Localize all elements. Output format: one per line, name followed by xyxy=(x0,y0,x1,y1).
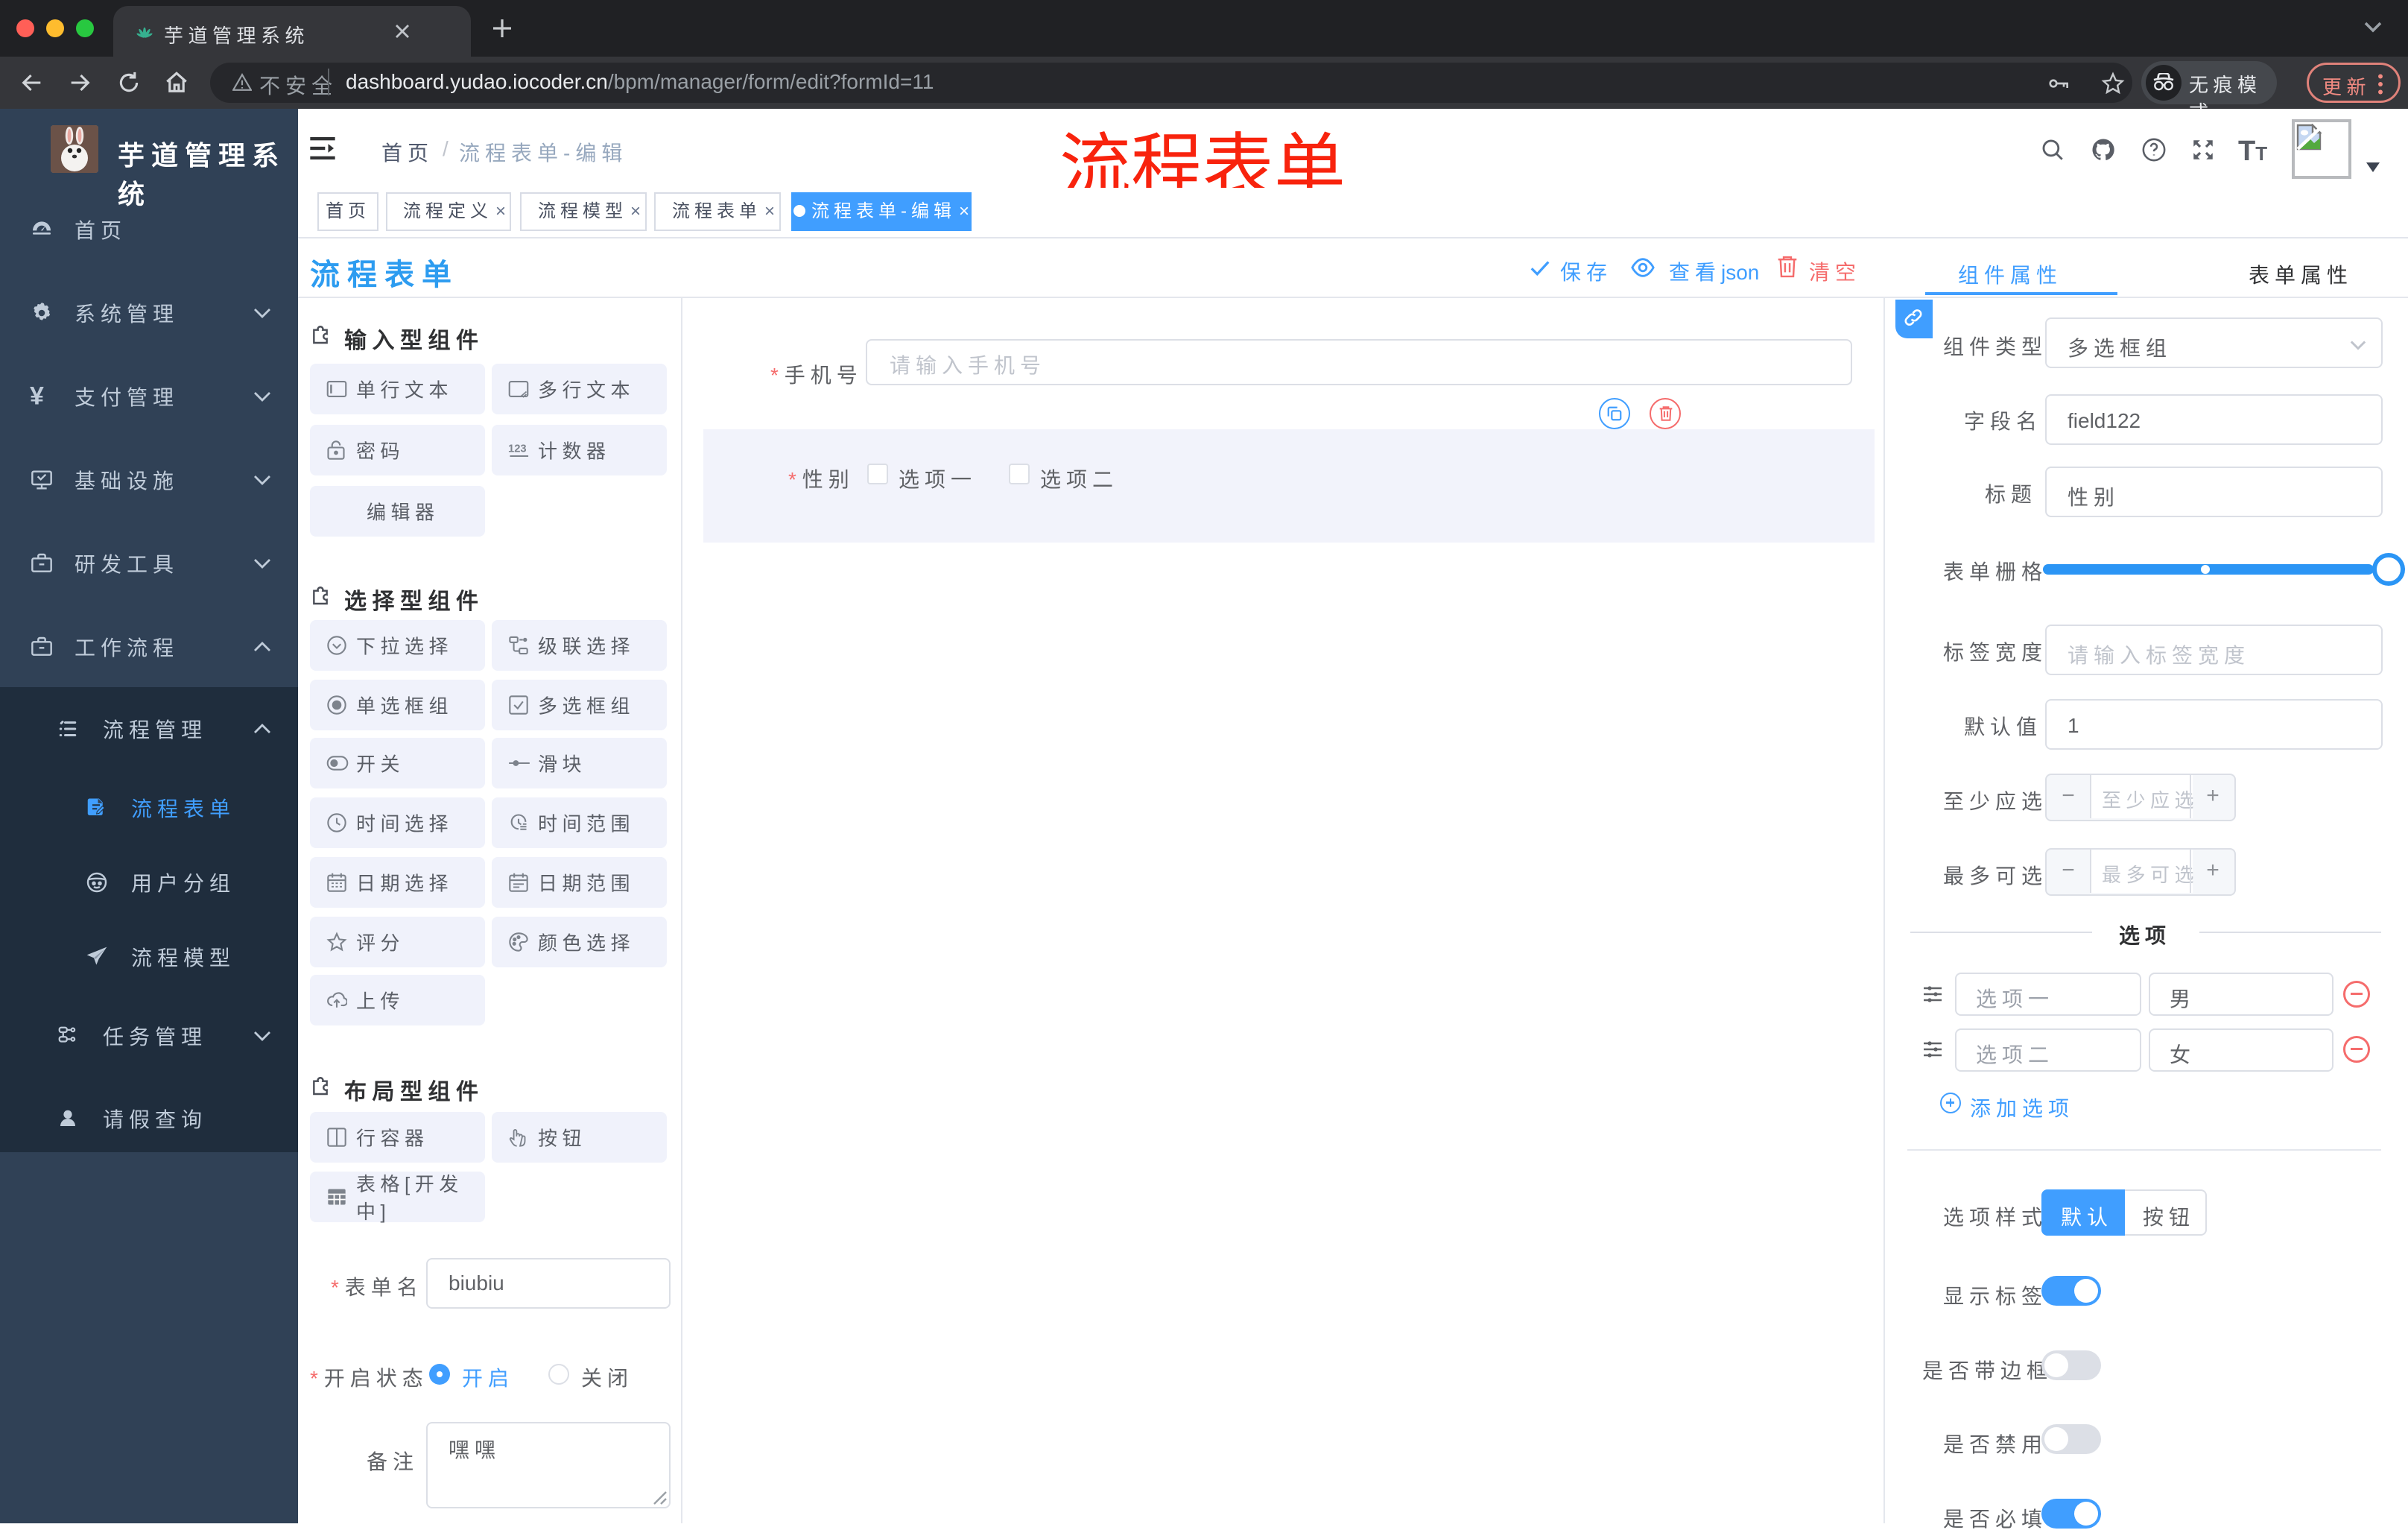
svg-text:123: 123 xyxy=(508,443,527,455)
